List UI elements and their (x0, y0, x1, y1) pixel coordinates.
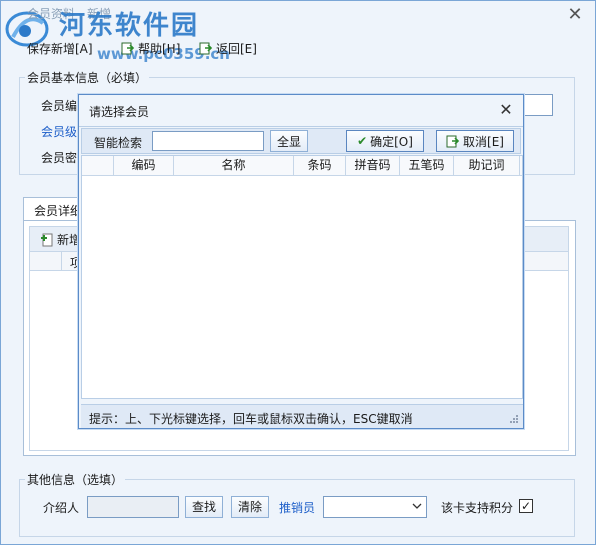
close-icon: ✕ (499, 100, 513, 119)
column-code[interactable]: 编码 (114, 156, 174, 176)
cancel-button[interactable]: 取消[E] (436, 130, 514, 152)
save-new-label: 保存新增[A] (27, 41, 93, 56)
points-support-label: 该卡支持积分 (441, 501, 514, 515)
salesperson-select[interactable] (323, 496, 427, 518)
help-button[interactable]: 帮助[H] (121, 39, 180, 57)
back-label: 返回[E] (216, 41, 257, 56)
referrer-label: 介绍人 (43, 501, 80, 515)
select-member-dialog: 请选择会员 ✕ 智能检索 全显 ✔ 确定[O] 取消[E] 编码 名称 条码 拼… (78, 94, 524, 429)
details-grid-indicator-col (30, 252, 62, 270)
member-add-window: 会员资料 - 新增 河东软件园 www.pc0359.cn ✕ 保存新增[A] … (0, 0, 596, 545)
salesperson-label: 推销员 (279, 501, 316, 515)
details-add-button[interactable]: 新增 (40, 231, 81, 248)
confirm-label: 确定[O] (370, 134, 413, 149)
confirm-button[interactable]: ✔ 确定[O] (346, 130, 424, 152)
points-support-checkbox[interactable]: ✓ (519, 499, 533, 513)
dialog-title: 请选择会员 (89, 105, 150, 119)
find-referrer-button[interactable]: 查找 (185, 496, 223, 518)
help-label: 帮助[H] (138, 41, 181, 56)
resize-grip-icon[interactable] (509, 414, 519, 424)
member-code-label: 会员编 (41, 99, 78, 113)
close-icon: ✕ (567, 4, 583, 25)
member-grid-header: 编码 名称 条码 拼音码 五笔码 助记词 (82, 156, 522, 176)
column-pinyin-code[interactable]: 拼音码 (346, 156, 400, 176)
check-icon: ✔ (357, 134, 368, 148)
chevron-down-icon (412, 503, 422, 509)
other-info-title: 其他信息（选填） (25, 471, 126, 488)
exit-icon (446, 135, 460, 148)
member-level-label: 会员级 (41, 125, 78, 139)
clear-referrer-button[interactable]: 清除 (231, 496, 269, 518)
member-grid: 编码 名称 条码 拼音码 五笔码 助记词 (81, 155, 523, 399)
grid-indicator-col (82, 156, 114, 176)
show-all-button[interactable]: 全显 (270, 130, 308, 152)
help-icon (121, 42, 135, 55)
main-toolbar: 保存新增[A] 帮助[H] 返回[E] (1, 35, 595, 61)
referrer-input[interactable] (87, 496, 179, 518)
column-mnemonic[interactable]: 助记词 (454, 156, 520, 176)
save-new-button[interactable]: 保存新增[A] (27, 39, 93, 57)
member-field-right[interactable] (523, 94, 553, 116)
dialog-divider (79, 126, 523, 127)
exit-icon (199, 42, 213, 55)
tab-member-details-label: 会员详细 (34, 204, 83, 218)
window-close-button[interactable]: ✕ (563, 5, 587, 27)
column-wubi-code[interactable]: 五笔码 (400, 156, 454, 176)
back-button[interactable]: 返回[E] (199, 39, 257, 57)
title-bar: 会员资料 - 新增 河东软件园 www.pc0359.cn ✕ (1, 1, 595, 63)
smart-search-input[interactable] (152, 131, 264, 151)
column-name[interactable]: 名称 (174, 156, 294, 176)
status-hint: 提示：上、下光标键选择，回车或鼠标双击确认，ESC键取消 (89, 412, 413, 426)
cancel-label: 取消[E] (463, 134, 504, 149)
dialog-search-bar: 智能检索 全显 ✔ 确定[O] 取消[E] (81, 128, 521, 154)
basic-info-title: 会员基本信息（必填） (25, 69, 150, 86)
column-barcode[interactable]: 条码 (294, 156, 346, 176)
member-password-label: 会员密 (41, 151, 78, 165)
dialog-close-button[interactable]: ✕ (495, 99, 517, 121)
check-icon: ✓ (520, 499, 532, 513)
add-icon (41, 233, 53, 246)
smart-search-label: 智能检索 (94, 136, 143, 150)
dialog-status-bar: 提示：上、下光标键选择，回车或鼠标双击确认，ESC键取消 (81, 404, 523, 428)
